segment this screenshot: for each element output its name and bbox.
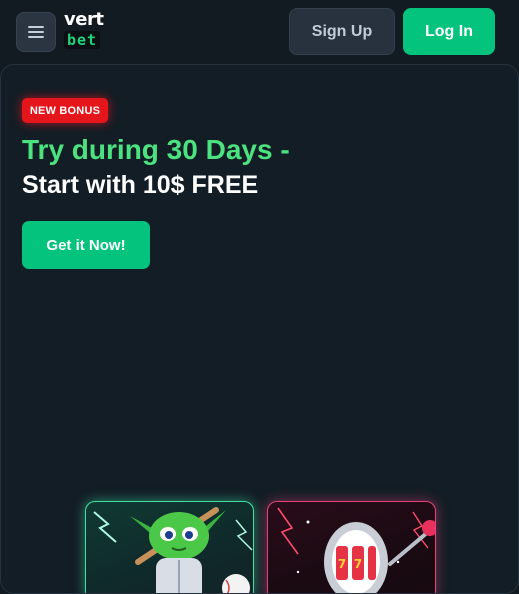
- get-it-now-button[interactable]: Get it Now!: [22, 221, 150, 269]
- svg-text:7: 7: [354, 557, 362, 571]
- logo-text-bottom: bet: [64, 31, 101, 49]
- new-bonus-badge: NEW BONUS: [22, 98, 108, 123]
- svg-text:7: 7: [338, 557, 346, 571]
- logo-text-top: vert: [64, 9, 104, 30]
- green-alien-with-bat-icon: [93, 507, 253, 593]
- slot-machine-icon: 7 7: [277, 507, 435, 593]
- hero-headline-primary: Try during 30 Days -: [22, 134, 290, 165]
- alien-baseball-game-thumbnail[interactable]: [85, 501, 254, 593]
- hamburger-menu-button[interactable]: [16, 12, 56, 52]
- promo-hero-panel: NEW BONUS Try during 30 Days - Start wit…: [0, 64, 519, 594]
- log-in-button[interactable]: Log In: [403, 8, 495, 55]
- vertbet-logo[interactable]: vert bet: [64, 10, 116, 54]
- slot-machine-game-thumbnail[interactable]: 7 7: [267, 501, 436, 593]
- hero-headline-secondary: Start with 10$ FREE: [22, 171, 259, 199]
- top-navigation-bar: vert bet Sign Up Log In: [0, 0, 519, 64]
- hamburger-menu-icon: [28, 26, 44, 38]
- sign-up-button[interactable]: Sign Up: [289, 8, 395, 55]
